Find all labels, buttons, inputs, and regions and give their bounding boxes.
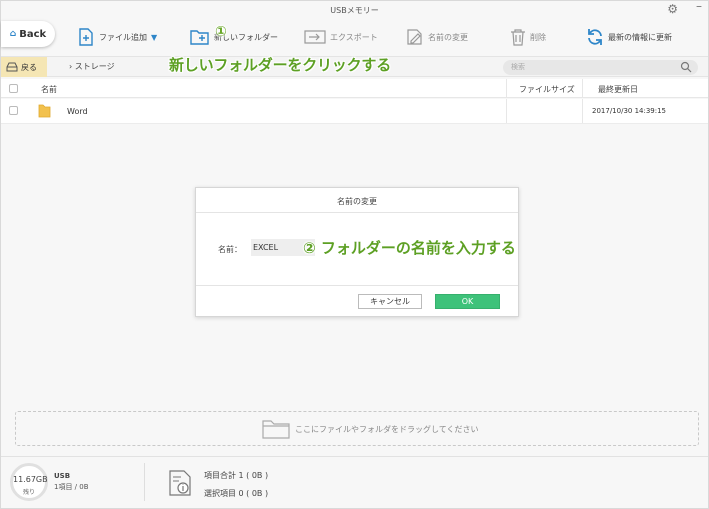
cancel-button[interactable]: キャンセル [358, 294, 422, 309]
search-box[interactable]: 検索 [503, 60, 698, 75]
device-name: USB [54, 472, 71, 480]
breadcrumb[interactable]: › ストレージ [69, 61, 115, 72]
dialog-name-label: 名前： [218, 245, 242, 254]
gear-icon[interactable]: ⚙ [667, 2, 678, 16]
rename-button[interactable]: 名前の変更 [406, 26, 468, 48]
new-folder-button[interactable]: 新しいフォルダー [190, 26, 278, 48]
device-count: 1項目 / 0B [54, 483, 89, 491]
delete-button[interactable]: 削除 [510, 26, 546, 48]
column-size[interactable]: ファイルサイズ [519, 84, 575, 95]
chevron-right-icon: › [69, 62, 73, 71]
row-modified: 2017/10/30 14:39:15 [592, 107, 667, 115]
row-name: Word [67, 107, 88, 116]
table-header: 名前 ファイルサイズ 最終更新日 [1, 79, 708, 98]
step1-annotation: ① [215, 24, 227, 40]
breadcrumb-storage: ストレージ [74, 62, 115, 71]
column-divider [506, 79, 507, 97]
refresh-label: 最新の情報に更新 [608, 32, 672, 42]
drop-zone[interactable]: ここにファイルやフォルダをドラッグしてください [15, 411, 699, 446]
add-file-icon [79, 28, 93, 46]
app-window: USBメモリー ⚙ – ⌂ Back ファイル追加 ▼ 新しいフォルダー エクス… [0, 0, 709, 509]
refresh-button[interactable]: 最新の情報に更新 [586, 26, 672, 48]
nav-back-label: 戻る [21, 62, 37, 72]
export-button[interactable]: エクスポート [304, 26, 378, 48]
total-items: 項目合計 1 ( 0B ) [204, 471, 269, 480]
table-row[interactable]: Word 2017/10/30 14:39:15 [1, 99, 708, 124]
column-divider [506, 99, 507, 123]
disk-free-label: 残り [22, 489, 35, 496]
title-bar: USBメモリー ⚙ – [1, 0, 708, 19]
chevron-down-icon: ▼ [151, 32, 158, 42]
nav-back-button[interactable]: 戻る [1, 57, 47, 77]
dialog-divider [196, 285, 518, 286]
instruction-banner-2: ② フォルダーの名前を入力する [303, 239, 516, 257]
ok-button[interactable]: OK [435, 294, 500, 309]
back-button-label: Back [19, 28, 47, 40]
export-label: エクスポート [330, 32, 378, 42]
trash-icon [511, 29, 525, 46]
rename-label: 名前の変更 [428, 32, 468, 42]
status-bar: 11.67GB 残り USB 1項目 / 0B 項目合計 1 ( 0B ) 選択… [1, 456, 708, 508]
selected-items: 選択項目 0 ( 0B ) [204, 489, 269, 498]
dialog-title: 名前の変更 [196, 188, 518, 213]
drive-icon [6, 62, 18, 72]
column-divider [582, 99, 583, 123]
add-file-label: ファイル追加 [99, 32, 147, 42]
minimize-button[interactable]: – [696, 0, 702, 13]
select-all-checkbox[interactable] [9, 84, 18, 93]
window-title: USBメモリー [330, 6, 379, 15]
row-checkbox[interactable] [9, 106, 18, 115]
column-modified[interactable]: 最終更新日 [598, 84, 638, 95]
drop-zone-text: ここにファイルやフォルダをドラッグしてください [295, 425, 479, 434]
back-button[interactable]: ⌂ Back [1, 21, 55, 47]
delete-label: 削除 [530, 32, 546, 42]
info-icon [169, 470, 191, 496]
disk-usage-ring: 11.67GB 残り [10, 463, 48, 501]
home-icon: ⌂ [9, 29, 17, 39]
add-file-button[interactable]: ファイル追加 ▼ [77, 26, 157, 48]
folder-outline-icon [262, 420, 290, 439]
status-divider [144, 463, 145, 501]
rename-icon [407, 29, 422, 45]
folder-icon [38, 104, 51, 118]
column-name[interactable]: 名前 [41, 84, 57, 95]
new-folder-icon [190, 30, 209, 45]
toolbar: ⌂ Back ファイル追加 ▼ 新しいフォルダー エクスポート 名前の変更 削除… [1, 19, 708, 55]
instruction-banner-1: 新しいフォルダーをクリックする [169, 56, 392, 74]
search-icon[interactable] [680, 61, 692, 73]
disk-size: 11.67GB [13, 475, 48, 484]
search-input[interactable]: 検索 [511, 62, 525, 72]
refresh-icon [588, 29, 602, 45]
column-divider [582, 79, 583, 97]
export-icon [304, 30, 326, 44]
